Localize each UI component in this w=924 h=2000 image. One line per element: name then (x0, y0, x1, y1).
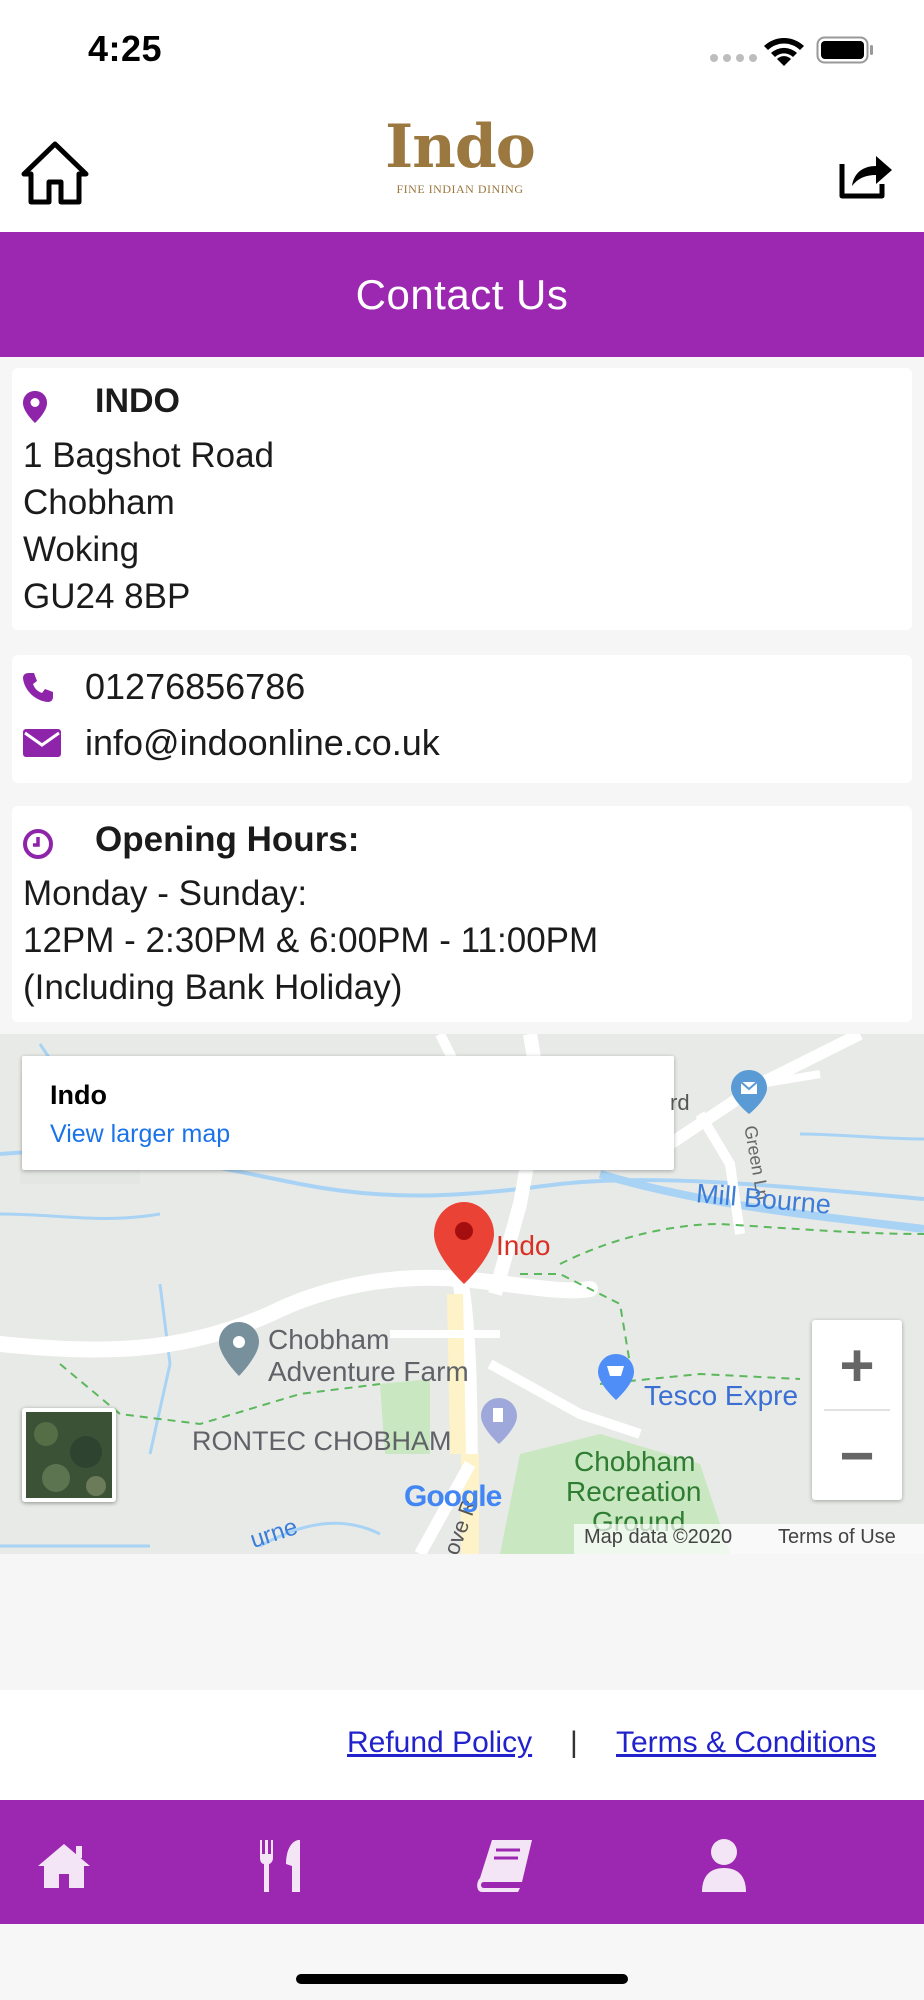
view-larger-map-link[interactable]: View larger map (50, 1120, 230, 1149)
logo-wordmark: Indo (385, 112, 536, 182)
contact-card: 01276856786 info@indoonline.co.uk (12, 655, 912, 783)
map-road-label: rd (670, 1090, 690, 1115)
map-poi-label: Chobham (268, 1324, 390, 1355)
user-icon[interactable] (694, 1836, 754, 1896)
address-line: Chobham (23, 483, 175, 522)
map-data-credit: Map data ©2020 (584, 1526, 733, 1548)
footer-link-separator: | (570, 1726, 578, 1759)
hours-line: (Including Bank Holiday) (23, 968, 403, 1007)
address-line: Woking (23, 530, 140, 569)
map-zoom-control: + − (812, 1320, 902, 1500)
home-icon[interactable] (34, 1836, 94, 1896)
status-bar: 4:25 (0, 0, 924, 100)
refund-policy-link[interactable]: Refund Policy (347, 1726, 532, 1760)
page-title-bar: Contact Us (0, 232, 924, 357)
map-poi-label: Tesco Expre (644, 1380, 799, 1411)
opening-hours-card: Opening Hours: Monday - Sunday: 12PM - 2… (12, 806, 912, 1022)
zoom-out-button[interactable]: − (812, 1410, 902, 1500)
book-icon[interactable] (476, 1836, 536, 1896)
embedded-map[interactable]: Indo View larger map Indo rd Green Ln Mi… (0, 1034, 924, 1554)
home-indicator-area (0, 1924, 924, 2000)
zoom-in-button[interactable]: + (812, 1320, 902, 1410)
phone-number[interactable]: 01276856786 (85, 666, 305, 708)
signal-icon (710, 54, 757, 62)
footer-links: Refund Policy | Terms & Conditions (0, 1690, 924, 1800)
status-time: 4:25 (88, 28, 163, 69)
hours-line: Monday - Sunday: (23, 874, 308, 913)
battery-icon (816, 36, 873, 64)
wifi-icon (764, 38, 804, 66)
map-terms-link[interactable]: Terms of Use (778, 1526, 896, 1549)
map-info-card: Indo View larger map (22, 1056, 674, 1170)
address-line: GU24 8BP (23, 577, 191, 616)
satellite-thumbnail-icon (26, 1412, 112, 1498)
restaurant-logo: Indo FINE INDIAN DINING (380, 108, 540, 208)
opening-hours-lines: Monday - Sunday: 12PM - 2:30PM & 6:00PM … (23, 870, 598, 1011)
location-pin-icon (23, 391, 47, 423)
home-outline-icon[interactable] (20, 138, 90, 208)
phone-icon (23, 673, 53, 702)
share-icon[interactable] (838, 150, 894, 200)
map-poi-label: Adventure Farm (268, 1356, 469, 1387)
map-place-title: Indo (50, 1080, 107, 1110)
page-title: Contact Us (355, 270, 569, 318)
address-lines: 1 Bagshot Road Chobham Woking GU24 8BP (23, 432, 274, 620)
email-address[interactable]: info@indoonline.co.uk (85, 722, 440, 764)
satellite-toggle-button[interactable] (22, 1408, 116, 1502)
utensils-icon[interactable] (254, 1836, 314, 1896)
restaurant-name: INDO (95, 382, 180, 420)
google-logo: Google (404, 1480, 502, 1513)
map-attribution: Map data ©2020 Terms of Use (574, 1524, 924, 1554)
hours-line: 12PM - 2:30PM & 6:00PM - 11:00PM (23, 921, 599, 960)
map-poi-label: Chobham (574, 1446, 696, 1477)
home-indicator[interactable] (296, 1974, 628, 1984)
address-card: INDO 1 Bagshot Road Chobham Woking GU24 … (12, 368, 912, 630)
app-header: Indo FINE INDIAN DINING (0, 100, 924, 232)
bottom-tab-bar (0, 1800, 924, 1924)
address-line: 1 Bagshot Road (23, 436, 275, 475)
clock-icon (23, 829, 53, 859)
envelope-icon (23, 729, 61, 757)
opening-hours-label: Opening Hours: (95, 820, 360, 859)
map-poi-label: RONTEC CHOBHAM (192, 1426, 452, 1456)
terms-conditions-link[interactable]: Terms & Conditions (616, 1726, 876, 1760)
logo-tagline: FINE INDIAN DINING (396, 182, 524, 196)
map-pin-label: Indo (496, 1230, 551, 1261)
map-poi-label: Recreation (566, 1476, 702, 1507)
